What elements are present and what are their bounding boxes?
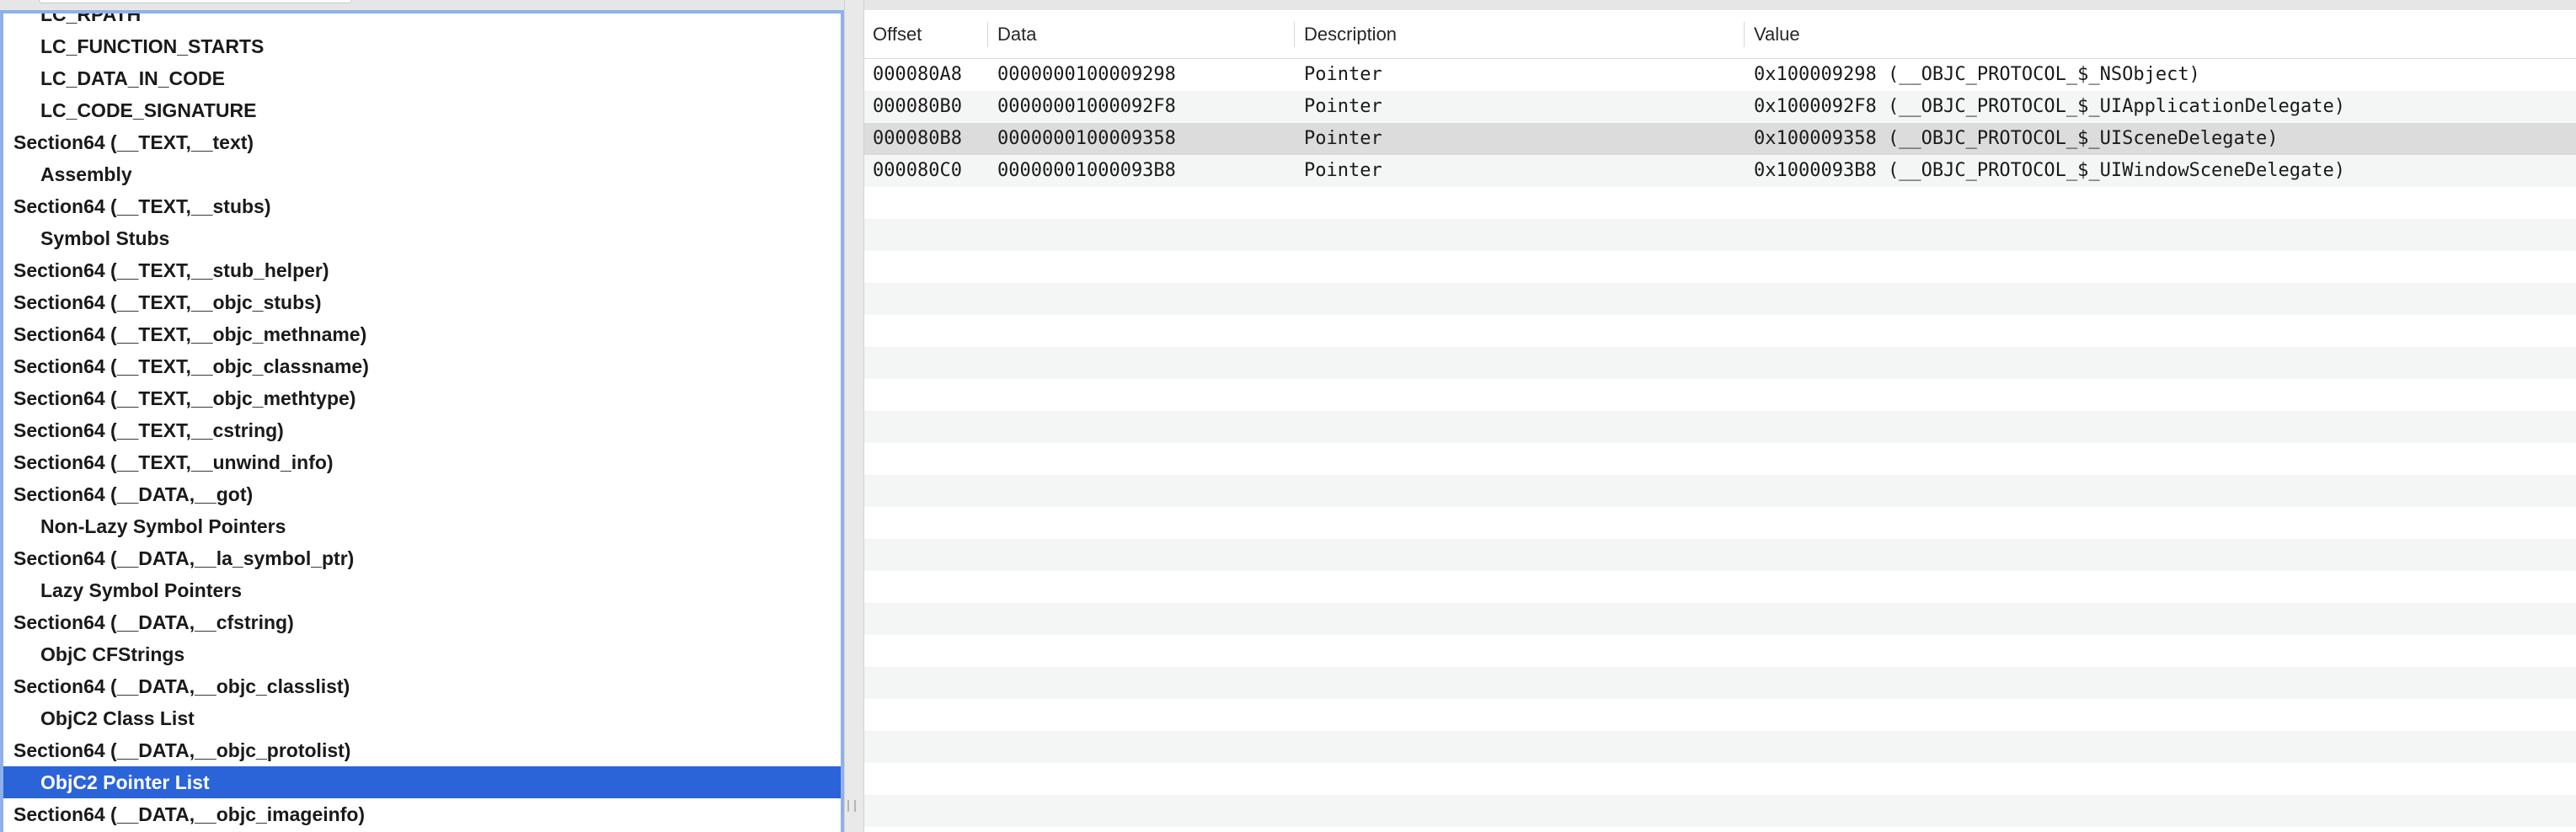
tree-item-section[interactable]: Section64 (__DATA,__la_symbol_ptr) bbox=[3, 542, 841, 574]
tree-item-section[interactable]: Section64 (__DATA,__cfstring) bbox=[3, 606, 841, 638]
cell-value: 0x100009298 (__OBJC_PROTOCOL_$_NSObject) bbox=[1754, 64, 2200, 85]
tree-item-section[interactable]: Section64 (__DATA,__objc_protolist) bbox=[3, 734, 841, 766]
tree-item-child[interactable]: ObjC2 Class List bbox=[3, 702, 841, 734]
tree-item-child[interactable]: Non-Lazy Symbol Pointers bbox=[3, 510, 841, 542]
cell-data: 0000000100009358 bbox=[997, 128, 1176, 149]
cell-data: 0000000100009298 bbox=[997, 64, 1176, 85]
column-header-value[interactable]: Value bbox=[1754, 10, 1800, 59]
tree-item-child[interactable]: ObjC2 Pointer List bbox=[3, 766, 841, 798]
tree-item-section[interactable]: Section64 (__TEXT,__stub_helper) bbox=[3, 254, 841, 286]
column-header-data[interactable]: Data bbox=[997, 10, 1036, 59]
cell-description: Pointer bbox=[1304, 96, 1382, 117]
table-row[interactable]: 000080B8 0000000100009358 Pointer 0x1000093… bbox=[864, 123, 2576, 155]
search-field-edge[interactable] bbox=[39, 0, 352, 3]
column-separator[interactable] bbox=[1294, 22, 1295, 47]
tree-item-section[interactable]: Section64 (__DATA,__got) bbox=[3, 478, 841, 510]
structure-tree-list: LC_RPATH LC_FUNCTION_STARTS LC_DATA_IN_COD… bbox=[3, 13, 841, 830]
structure-tree-pane[interactable]: LC_RPATH LC_FUNCTION_STARTS LC_DATA_IN_COD… bbox=[0, 10, 844, 832]
table-body: 000080A8 0000000100009298 Pointer 0x1000092… bbox=[864, 59, 2576, 832]
tree-item-section[interactable]: Section64 (__DATA,__objc_imageinfo) bbox=[3, 798, 841, 830]
pane-splitter[interactable] bbox=[844, 0, 864, 832]
detail-table-pane: Offset Data Description Value 000080A8 00… bbox=[864, 10, 2576, 832]
table-row[interactable]: 000080A8 0000000100009298 Pointer 0x1000092… bbox=[864, 59, 2576, 91]
column-separator[interactable] bbox=[987, 22, 988, 47]
tree-item-child[interactable]: LC_DATA_IN_CODE bbox=[3, 62, 841, 94]
table-row[interactable]: 000080C0 00000001000093B8 Pointer 0x1000093… bbox=[864, 155, 2576, 187]
cell-description: Pointer bbox=[1304, 64, 1382, 85]
cell-value: 0x1000092F8 (__OBJC_PROTOCOL_$_UIApplica… bbox=[1754, 96, 2345, 117]
cell-offset: 000080C0 bbox=[873, 160, 962, 181]
tree-item-section[interactable]: Section64 (__TEXT,__objc_methname) bbox=[3, 318, 841, 350]
splitter-grip-icon[interactable] bbox=[847, 800, 856, 812]
tree-item-child[interactable]: LC_RPATH bbox=[3, 13, 841, 30]
tree-item-section[interactable]: Section64 (__DATA,__objc_classlist) bbox=[3, 670, 841, 702]
cell-value: 0x1000093B8 (__OBJC_PROTOCOL_$_UIWindowS… bbox=[1754, 160, 2345, 181]
cell-value: 0x100009358 (__OBJC_PROTOCOL_$_UISceneDe… bbox=[1754, 128, 2279, 149]
tree-item-section[interactable]: Section64 (__TEXT,__objc_classname) bbox=[3, 350, 841, 382]
tree-item-child[interactable]: Symbol Stubs bbox=[3, 222, 841, 254]
tree-item-section[interactable]: Section64 (__TEXT,__objc_methtype) bbox=[3, 382, 841, 414]
column-header-description[interactable]: Description bbox=[1304, 10, 1397, 59]
table-header: Offset Data Description Value bbox=[864, 10, 2576, 59]
tree-item-child[interactable]: LC_CODE_SIGNATURE bbox=[3, 94, 841, 126]
tree-item-section[interactable]: Section64 (__TEXT,__objc_stubs) bbox=[3, 286, 841, 318]
tree-item-child[interactable]: ObjC CFStrings bbox=[3, 638, 841, 670]
tree-item-child[interactable]: Lazy Symbol Pointers bbox=[3, 574, 841, 606]
cell-offset: 000080B8 bbox=[873, 128, 962, 149]
tree-item-child[interactable]: LC_FUNCTION_STARTS bbox=[3, 30, 841, 62]
tree-item-section[interactable]: Section64 (__TEXT,__text) bbox=[3, 126, 841, 158]
column-separator[interactable] bbox=[1744, 22, 1745, 47]
cell-offset: 000080A8 bbox=[873, 64, 962, 85]
cell-description: Pointer bbox=[1304, 160, 1382, 181]
cell-data: 00000001000093B8 bbox=[997, 160, 1176, 181]
table-row[interactable]: 000080B0 00000001000092F8 Pointer 0x1000092… bbox=[864, 91, 2576, 123]
cell-data: 00000001000092F8 bbox=[997, 96, 1176, 117]
cell-description: Pointer bbox=[1304, 128, 1382, 149]
tree-item-section[interactable]: Section64 (__TEXT,__unwind_info) bbox=[3, 446, 841, 478]
tree-item-section[interactable]: Section64 (__TEXT,__stubs) bbox=[3, 190, 841, 222]
column-header-offset[interactable]: Offset bbox=[873, 10, 922, 59]
tree-item-child[interactable]: Assembly bbox=[3, 158, 841, 190]
tree-item-section[interactable]: Section64 (__TEXT,__cstring) bbox=[3, 414, 841, 446]
cell-offset: 000080B0 bbox=[873, 96, 962, 117]
